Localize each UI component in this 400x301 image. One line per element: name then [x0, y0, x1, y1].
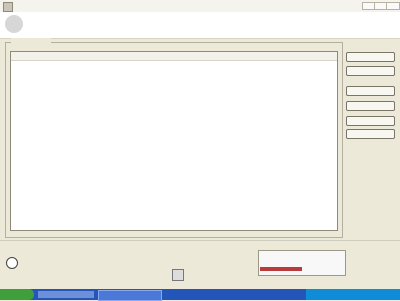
cell-name: [13, 76, 109, 81]
app-icon: [3, 2, 13, 12]
action-button[interactable]: [346, 116, 395, 126]
action-button[interactable]: [346, 129, 395, 139]
column-header[interactable]: [111, 53, 167, 59]
table-row[interactable]: [11, 76, 337, 81]
start-button[interactable]: [0, 289, 34, 300]
cell-status: [169, 94, 265, 99]
window-title: [14, 2, 314, 10]
group-label: [11, 38, 51, 45]
table-row[interactable]: [11, 100, 337, 105]
header-path: [30, 32, 280, 37]
taskbar: [0, 289, 400, 301]
cell-ok: [111, 70, 167, 75]
table-row[interactable]: [11, 88, 337, 93]
progress-box: [258, 250, 346, 276]
system-tray: [306, 289, 400, 300]
progress-fill: [260, 267, 302, 271]
header-title: [30, 16, 290, 24]
cell-name: [13, 70, 109, 75]
cell-status: [169, 100, 265, 105]
cell-status: [169, 82, 265, 87]
table-row[interactable]: [11, 82, 337, 87]
cell-status: [169, 76, 265, 81]
cell-status: [169, 64, 265, 69]
cell-status: [169, 88, 265, 93]
table-row[interactable]: [11, 64, 337, 69]
status-label: [5, 245, 65, 251]
cell-ok: [111, 82, 167, 87]
cell-ok: [111, 100, 167, 105]
cell-name: [13, 94, 109, 99]
taskbar-item[interactable]: [98, 290, 162, 301]
list-group: [5, 38, 343, 238]
list-table[interactable]: [10, 51, 338, 231]
cell-ok: [111, 94, 167, 99]
column-header[interactable]: [169, 53, 265, 59]
chart-icon[interactable]: [172, 269, 184, 281]
action-button[interactable]: [346, 86, 395, 96]
cell-ok: [111, 88, 167, 93]
status-line-1: [20, 257, 120, 263]
cell-ok: [111, 76, 167, 81]
table-row[interactable]: [11, 70, 337, 75]
cell-name: [13, 88, 109, 93]
status-icon: [6, 257, 18, 269]
cell-status: [169, 70, 265, 75]
action-button[interactable]: [346, 52, 395, 62]
cell-name: [13, 100, 109, 105]
cell-name: [13, 82, 109, 87]
close-button[interactable]: [386, 2, 400, 10]
table-header: [11, 52, 337, 61]
header-area: [0, 12, 400, 39]
action-button[interactable]: [346, 66, 395, 76]
header-icon: [5, 15, 23, 33]
cell-ok: [111, 64, 167, 69]
status-line-2: [20, 265, 140, 271]
table-row[interactable]: [11, 94, 337, 99]
column-header[interactable]: [13, 53, 109, 59]
quicklaunch-icons[interactable]: [38, 291, 94, 298]
header-subtitle: [30, 25, 230, 32]
cell-name: [13, 64, 109, 69]
action-button[interactable]: [346, 101, 395, 111]
